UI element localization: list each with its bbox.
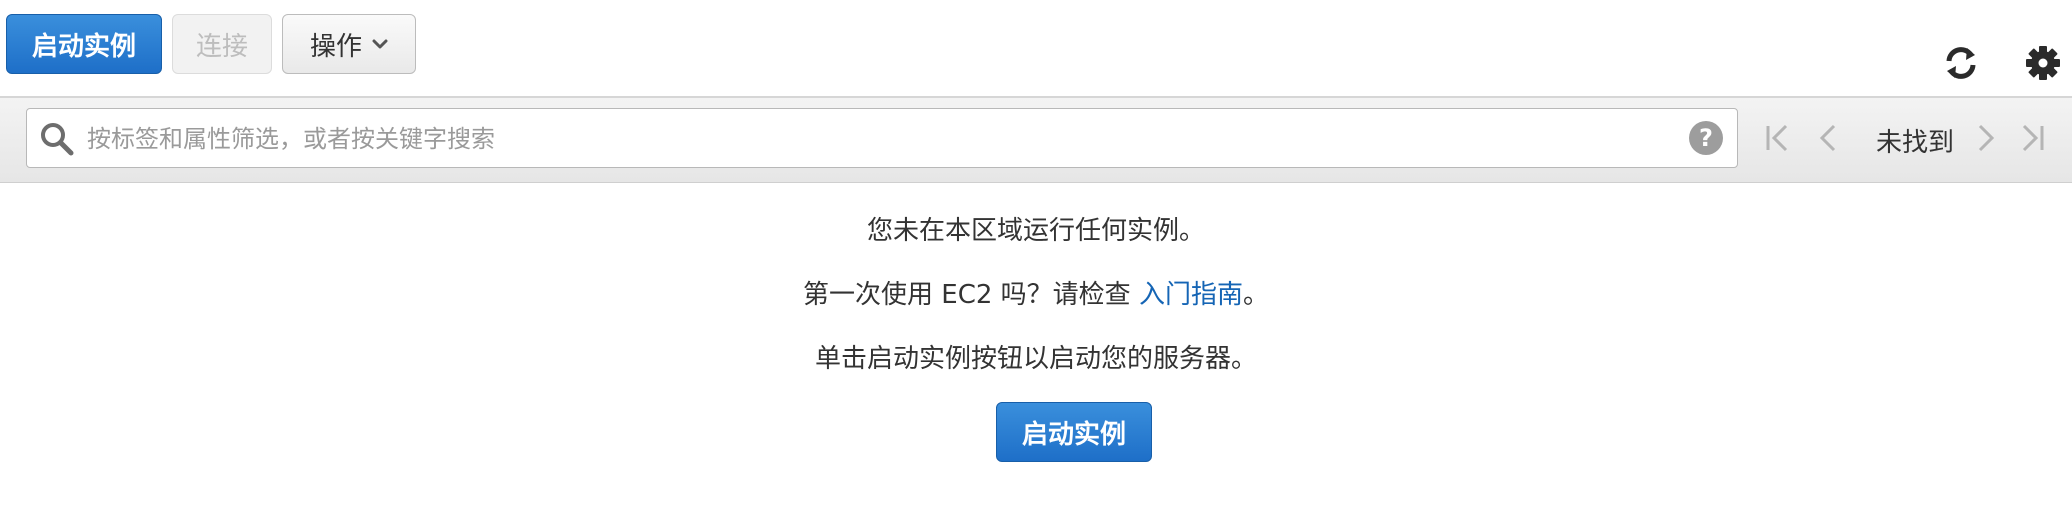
filter-bar: ? 未找到	[0, 98, 2072, 183]
empty-state-launch-label: 启动实例	[1021, 419, 1126, 450]
empty-state-launch-instance-button[interactable]: 启动实例	[996, 402, 1152, 462]
search-box[interactable]: ?	[26, 108, 1738, 168]
search-icon	[41, 123, 74, 156]
last-page-icon[interactable]	[2016, 120, 2048, 156]
no-instances-message: 您未在本区域运行任何实例。	[866, 216, 1205, 246]
help-icon[interactable]: ?	[1689, 121, 1723, 155]
connect-label: 连接	[195, 31, 248, 62]
launch-instance-label: 启动实例	[31, 31, 136, 62]
help-symbol: ?	[1699, 124, 1713, 152]
toolbar: 启动实例 连接 操作	[0, 0, 2072, 98]
previous-page-icon[interactable]	[1812, 120, 1844, 156]
actions-label: 操作	[309, 31, 362, 62]
gear-icon[interactable]	[2022, 42, 2064, 84]
connect-button[interactable]: 连接	[172, 14, 272, 74]
actions-dropdown-button[interactable]: 操作	[282, 14, 416, 74]
getting-started-suffix: 。	[1242, 280, 1269, 310]
launch-hint-message: 单击启动实例按钮以启动您的服务器。	[814, 344, 1257, 374]
getting-started-prefix: 第一次使用 EC2 吗？请检查	[803, 280, 1139, 310]
refresh-icon[interactable]	[1940, 42, 1982, 84]
first-page-icon[interactable]	[1762, 120, 1794, 156]
getting-started-guide-link[interactable]: 入门指南	[1139, 280, 1243, 310]
getting-started-message: 第一次使用 EC2 吗？请检查 入门指南。	[0, 274, 2072, 311]
chevron-down-icon	[372, 39, 388, 49]
next-page-icon[interactable]	[1970, 120, 2002, 156]
search-input[interactable]	[85, 119, 1649, 159]
launch-instance-button[interactable]: 启动实例	[6, 14, 162, 74]
pagination-status: 未找到	[1875, 128, 1954, 158]
